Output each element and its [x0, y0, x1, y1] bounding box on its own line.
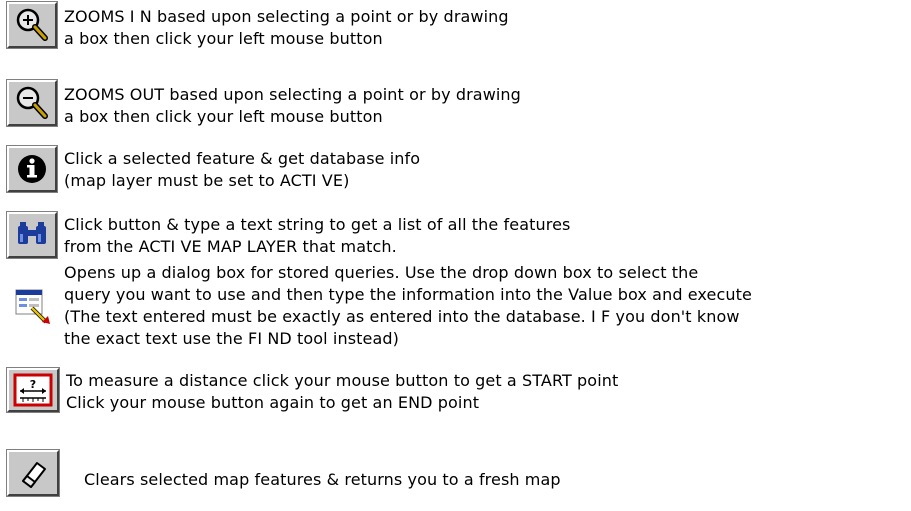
query-line-2: query you want to use and then type the …	[64, 285, 752, 304]
zoom-out-button[interactable]	[6, 79, 58, 127]
find-description: Click button & type a text string to get…	[64, 214, 570, 258]
info-line-2: (map layer must be set to ACTI VE)	[64, 171, 350, 190]
zoom-out-line-1: ZOOMS OUT based upon selecting a point o…	[64, 85, 521, 104]
find-line-1: Click button & type a text string to get…	[64, 215, 571, 234]
zoom-out-icon	[13, 84, 51, 122]
info-line-1: Click a selected feature & get database …	[64, 149, 421, 168]
clear-button[interactable]	[6, 449, 60, 497]
measure-icon: ?	[13, 373, 53, 407]
info-button[interactable]	[6, 145, 58, 193]
query-button[interactable]	[7, 283, 57, 329]
svg-text:?: ?	[30, 378, 36, 391]
info-icon	[15, 152, 49, 186]
zoom-in-line-2: a box then click your left mouse button	[64, 29, 383, 48]
zoom-in-icon	[13, 6, 51, 44]
zoom-out-line-2: a box then click your left mouse button	[64, 107, 383, 126]
find-line-2: from the ACTI VE MAP LAYER that match.	[64, 237, 397, 256]
clear-description: Clears selected map features & returns y…	[84, 469, 561, 491]
clear-line-1: Clears selected map features & returns y…	[84, 470, 561, 489]
eraser-icon	[15, 457, 51, 489]
zoom-out-description: ZOOMS OUT based upon selecting a point o…	[64, 84, 521, 128]
zoom-in-button[interactable]	[6, 1, 58, 49]
binoculars-icon	[14, 220, 50, 250]
measure-line-1: To measure a distance click your mouse b…	[66, 371, 619, 390]
measure-button[interactable]: ?	[6, 367, 60, 413]
query-icon	[12, 286, 52, 326]
query-line-1: Opens up a dialog box for stored queries…	[64, 263, 699, 282]
query-line-3: (The text entered must be exactly as ent…	[64, 307, 740, 326]
zoom-in-line-1: ZOOMS I N based upon selecting a point o…	[64, 7, 509, 26]
zoom-in-description: ZOOMS I N based upon selecting a point o…	[64, 6, 509, 50]
measure-line-2: Click your mouse button again to get an …	[66, 393, 480, 412]
measure-description: To measure a distance click your mouse b…	[66, 370, 618, 414]
info-description: Click a selected feature & get database …	[64, 148, 420, 192]
find-button[interactable]	[6, 211, 58, 259]
query-description: Opens up a dialog box for stored queries…	[64, 262, 752, 350]
query-line-4: the exact text use the FI ND tool instea…	[64, 329, 399, 348]
